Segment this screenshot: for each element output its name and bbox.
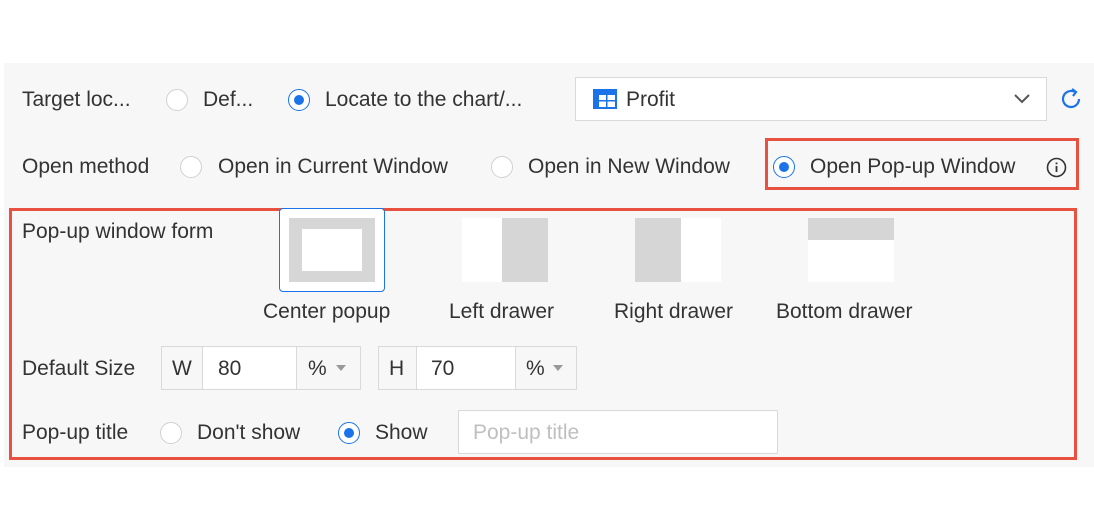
title-show-radio[interactable] <box>338 422 360 444</box>
open-method-label: Open method <box>22 155 150 178</box>
open-popup-radio[interactable] <box>773 156 795 178</box>
title-show-label[interactable]: Show <box>375 421 428 445</box>
width-unit: % <box>308 357 327 380</box>
title-hide-label[interactable]: Don't show <box>197 421 300 445</box>
caret-down-icon <box>336 365 346 371</box>
width-prefix-addon: W <box>162 347 203 389</box>
center-popup-label[interactable]: Center popup <box>263 300 390 324</box>
chart-select[interactable]: Profit <box>575 77 1047 121</box>
center-popup-option[interactable] <box>279 208 385 292</box>
open-new-radio[interactable] <box>491 156 513 178</box>
popup-title-input[interactable]: Pop-up title <box>458 410 778 454</box>
table-chart-icon <box>593 89 617 109</box>
height-prefix: H <box>389 357 405 380</box>
target-location-label: Target loc... <box>22 88 131 111</box>
open-popup-label[interactable]: Open Pop-up Window <box>810 155 1015 179</box>
popup-title-placeholder: Pop-up title <box>473 421 580 444</box>
target-chart-label[interactable]: Locate to the chart/... <box>325 88 522 112</box>
center-popup-window <box>302 229 362 271</box>
height-input[interactable]: 70 <box>431 357 454 381</box>
right-drawer-label[interactable]: Right drawer <box>614 300 733 324</box>
popup-form-label: Pop-up window form <box>22 220 214 243</box>
bottom-drawer-shade <box>808 218 894 240</box>
height-unit-select[interactable]: % <box>515 347 576 389</box>
bottom-drawer-label[interactable]: Bottom drawer <box>776 300 913 324</box>
open-current-label[interactable]: Open in Current Window <box>218 155 448 179</box>
width-input-group: W 80 % <box>161 346 361 390</box>
width-unit-select[interactable]: % <box>296 347 360 389</box>
open-new-label[interactable]: Open in New Window <box>528 155 730 179</box>
default-size-label: Default Size <box>22 357 136 380</box>
right-drawer-shade <box>635 218 681 282</box>
height-prefix-addon: H <box>379 347 417 389</box>
left-drawer-label[interactable]: Left drawer <box>449 300 554 324</box>
target-chart-radio[interactable] <box>288 89 310 111</box>
info-icon[interactable] <box>1046 157 1067 178</box>
left-drawer-shade <box>502 218 548 282</box>
open-current-radio[interactable] <box>180 156 202 178</box>
left-drawer-option[interactable] <box>462 218 548 282</box>
target-default-label[interactable]: Def... <box>203 88 253 112</box>
caret-down-icon <box>553 365 563 371</box>
right-drawer-option[interactable] <box>635 218 721 282</box>
height-unit: % <box>526 357 545 380</box>
chevron-down-icon <box>1014 94 1030 104</box>
bottom-drawer-option[interactable] <box>808 218 894 282</box>
target-default-radio[interactable] <box>166 89 188 111</box>
title-hide-radio[interactable] <box>160 422 182 444</box>
refresh-icon[interactable] <box>1059 87 1083 111</box>
width-input[interactable]: 80 <box>218 357 241 381</box>
chart-select-value: Profit <box>626 88 676 111</box>
width-prefix: W <box>172 357 192 380</box>
popup-title-label: Pop-up title <box>22 421 129 444</box>
height-input-group: H 70 % <box>378 346 577 390</box>
